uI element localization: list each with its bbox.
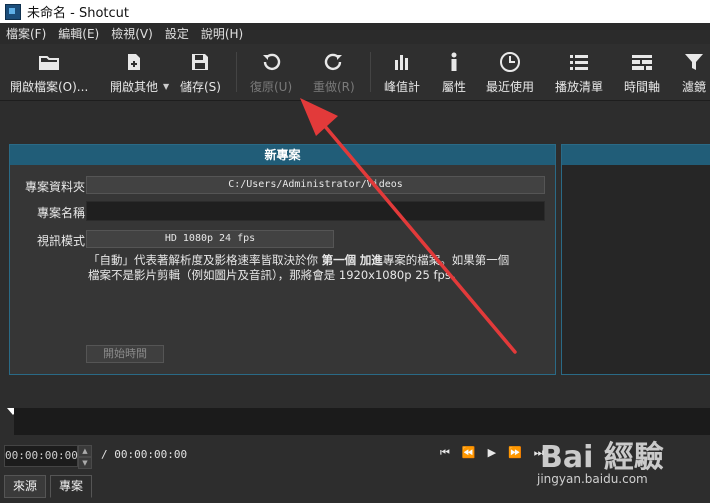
save-button[interactable]: 儲存(S): [180, 50, 221, 96]
side-panel: [561, 144, 710, 375]
start-button[interactable]: 開始時間: [86, 345, 164, 363]
menu-view[interactable]: 檢視(V): [105, 25, 159, 42]
menu-edit[interactable]: 編輯(E): [52, 25, 105, 42]
duration-timecode: / 00:00:00:00: [101, 448, 188, 461]
redo-button[interactable]: 重做(R): [313, 50, 355, 96]
project-folder-field[interactable]: C:/Users/Administrator/Videos: [86, 176, 545, 194]
save-disk-icon: [190, 50, 210, 74]
side-panel-header: [562, 145, 710, 165]
properties-button[interactable]: 屬性: [442, 50, 466, 96]
spin-down-icon[interactable]: ▼: [78, 457, 92, 469]
player-tabs: 來源 專案: [4, 475, 96, 498]
meter-icon: [392, 50, 412, 74]
recent-button[interactable]: 最近使用: [486, 50, 534, 96]
list-icon: [569, 50, 589, 74]
funnel-icon: [684, 50, 704, 74]
fast-forward-icon[interactable]: ⏩: [508, 446, 522, 460]
info-icon: [448, 50, 460, 74]
skip-to-start-icon[interactable]: ⏮: [440, 446, 450, 460]
toolbar-separator: [236, 52, 237, 92]
spin-up-icon[interactable]: ▲: [78, 445, 92, 457]
tab-project[interactable]: 專案: [50, 475, 93, 498]
watermark-url: jingyan.baidu.com: [537, 472, 648, 486]
project-folder-label: 專案資料夾: [24, 180, 85, 194]
title-bar: 未命名 - Shotcut: [0, 0, 710, 23]
menu-help[interactable]: 說明(H): [195, 25, 249, 42]
play-icon[interactable]: ▶: [488, 446, 496, 460]
rewind-icon[interactable]: ⏪: [462, 446, 476, 460]
new-project-header: 新專案: [10, 145, 555, 165]
redo-icon: [324, 50, 344, 74]
tab-source[interactable]: 來源: [4, 475, 47, 498]
undo-icon: [261, 50, 281, 74]
timeline-button[interactable]: 時間軸: [624, 50, 660, 96]
timecode-spinner[interactable]: ▲ ▼: [78, 445, 92, 469]
filters-button[interactable]: 濾鏡: [682, 50, 706, 96]
open-other-dropdown-icon[interactable]: ▼: [163, 82, 169, 91]
new-project-panel: 新專案 專案資料夾 C:/Users/Administrator/Videos …: [9, 144, 556, 375]
video-mode-select[interactable]: HD 1080p 24 fps: [86, 230, 334, 248]
undo-button[interactable]: 復原(U): [250, 50, 292, 96]
timeline-icon: [631, 50, 653, 74]
add-file-icon: [124, 50, 144, 74]
shotcut-app-icon: [5, 3, 21, 20]
peak-meter-button[interactable]: 峰值計: [384, 50, 420, 96]
clock-icon: [499, 50, 521, 74]
folder-icon: [38, 50, 60, 74]
video-mode-description: 「自動」代表著解析度及影格速率皆取決於你 第一個 加進專案的檔案。如果第一個 檔…: [88, 253, 510, 282]
project-name-label: 專案名稱: [36, 206, 85, 220]
open-file-button[interactable]: 開啟檔案(O)...: [10, 50, 88, 96]
open-other-button[interactable]: 開啟其他: [110, 50, 158, 96]
menu-file[interactable]: 檔案(F): [0, 25, 52, 42]
project-name-field[interactable]: [86, 201, 545, 221]
position-timecode[interactable]: 00:00:00:00: [4, 445, 78, 467]
watermark-brand: Bai 經驗: [540, 440, 664, 475]
menu-settings[interactable]: 設定: [159, 25, 195, 42]
main-toolbar: 開啟檔案(O)... 開啟其他 ▼ 儲存(S) 復原(U) 重做(R) 峰值計: [0, 44, 710, 101]
window-title: 未命名 - Shotcut: [27, 6, 129, 21]
menu-bar: 檔案(F) 編輯(E) 檢視(V) 設定 說明(H): [0, 23, 710, 44]
playlist-button[interactable]: 播放清單: [555, 50, 603, 96]
transport-controls: ⏮ ⏪ ▶ ⏩ ⏭: [440, 446, 544, 460]
video-mode-label: 視訊模式: [36, 234, 85, 248]
toolbar-separator: [370, 52, 371, 92]
